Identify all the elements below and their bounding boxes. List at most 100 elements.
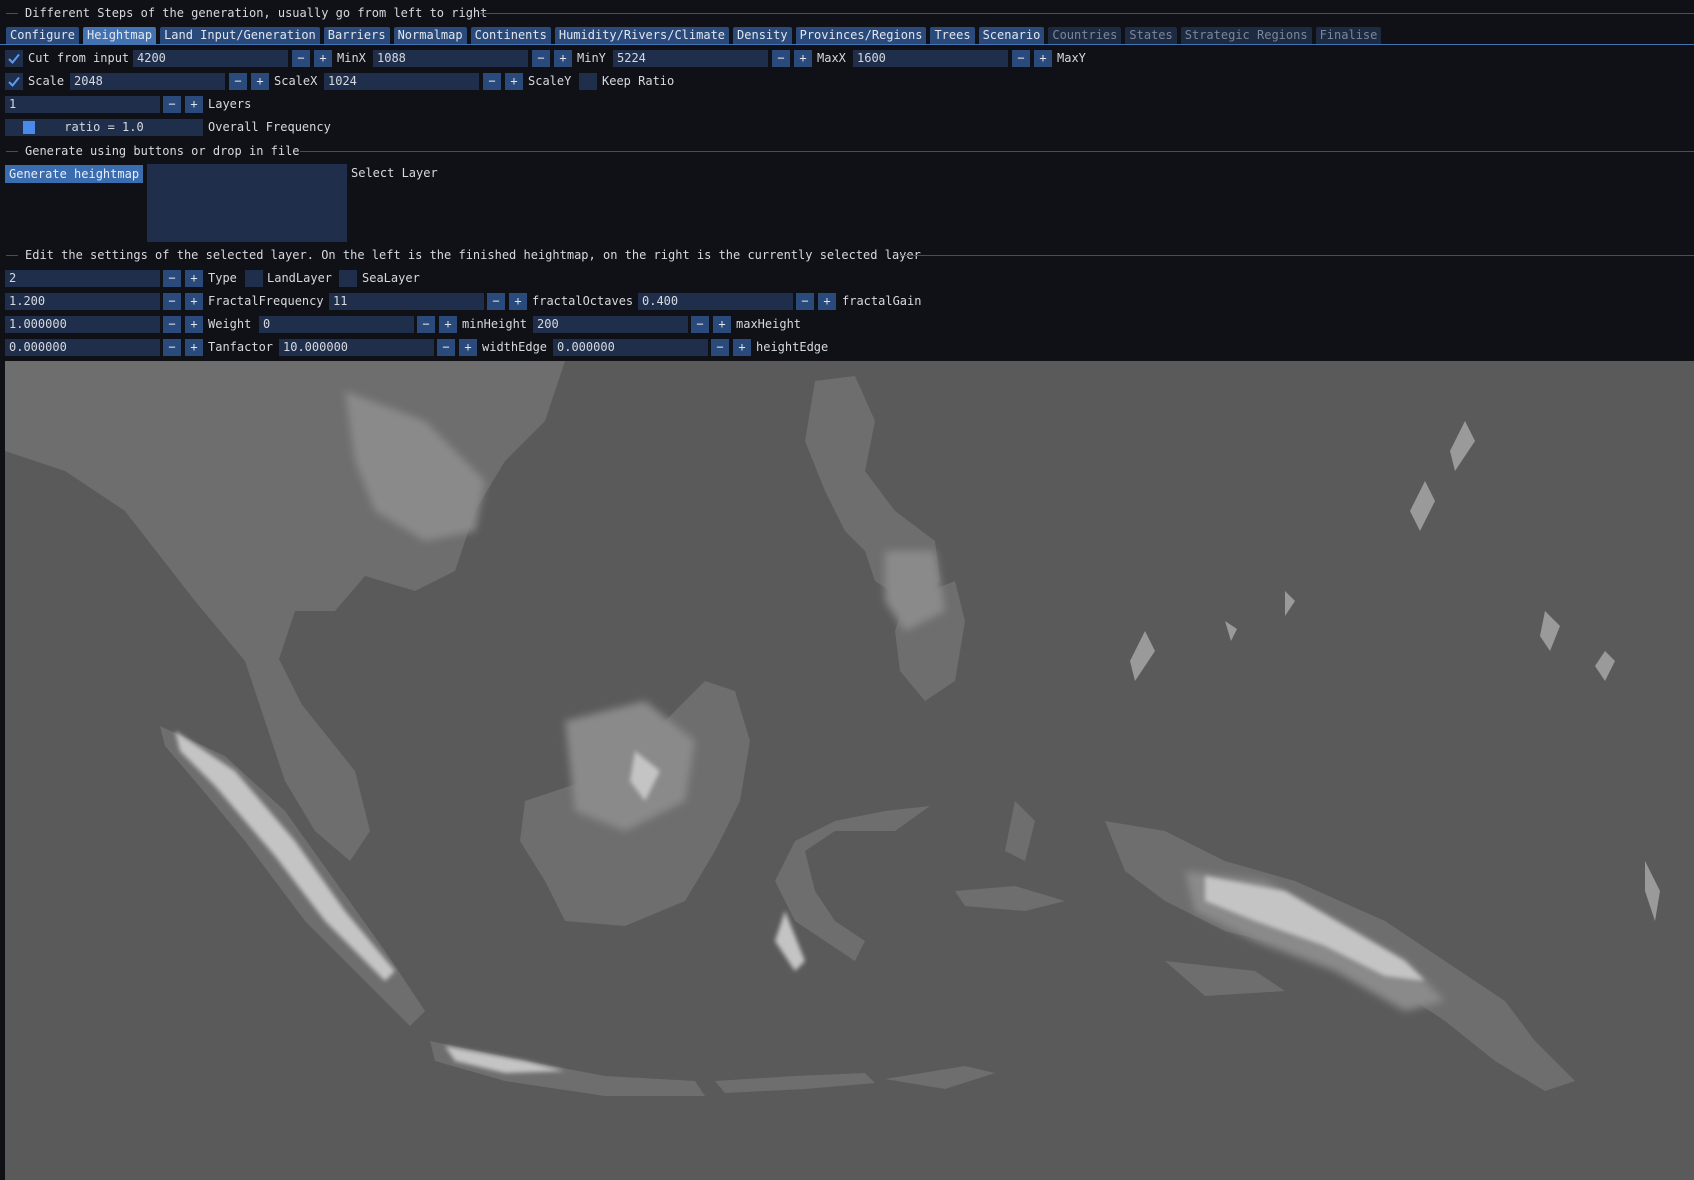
cut-label: Cut from input <box>28 51 130 65</box>
tab-countries[interactable]: Countries <box>1048 27 1122 44</box>
scale-checkbox[interactable] <box>5 73 23 90</box>
tab-trees[interactable]: Trees <box>930 27 975 44</box>
minx-decrement-button[interactable]: − <box>292 50 310 67</box>
scaley-decrement-button[interactable]: − <box>483 73 501 90</box>
height-edge-label: heightEdge <box>756 340 829 354</box>
fractal-gain-label: fractalGain <box>842 294 922 308</box>
tanfactor-input[interactable]: 0.000000 <box>5 339 160 356</box>
scalex-increment-button[interactable]: + <box>251 73 269 90</box>
min-height-decrement-button[interactable]: − <box>417 316 435 333</box>
fractal-octaves-increment-button[interactable]: + <box>509 293 527 310</box>
select-layer-listbox[interactable] <box>147 164 347 242</box>
heightmap-preview <box>5 361 1694 1180</box>
height-edge-input[interactable]: 0.000000 <box>553 339 708 356</box>
fractal-gain-decrement-button[interactable]: − <box>796 293 814 310</box>
tab-strategic-regions[interactable]: Strategic Regions <box>1180 27 1312 44</box>
scaley-input[interactable]: 1024 <box>324 73 479 90</box>
max-height-input[interactable]: 200 <box>533 316 688 333</box>
edit-separator: Edit the settings of the selected layer.… <box>0 248 1694 262</box>
width-edge-increment-button[interactable]: + <box>459 339 477 356</box>
tab-barriers[interactable]: Barriers <box>323 27 390 44</box>
type-input[interactable]: 2 <box>5 270 160 287</box>
land-layer-checkbox[interactable] <box>245 270 263 287</box>
max-height-increment-button[interactable]: + <box>713 316 731 333</box>
weight-increment-button[interactable]: + <box>185 316 203 333</box>
fractal-frequency-decrement-button[interactable]: − <box>163 293 181 310</box>
generate-heightmap-button[interactable]: Generate heightmap <box>5 165 144 183</box>
maxy-label: MaxY <box>1057 51 1086 65</box>
fractal-gain-increment-button[interactable]: + <box>818 293 836 310</box>
maxy-input[interactable]: 1600 <box>853 50 1008 67</box>
maxx-increment-button[interactable]: + <box>794 50 812 67</box>
tab-configure[interactable]: Configure <box>6 27 80 44</box>
sea-layer-checkbox[interactable] <box>339 270 357 287</box>
height-edge-decrement-button[interactable]: − <box>711 339 729 356</box>
weight-input[interactable]: 1.000000 <box>5 316 160 333</box>
tab-states[interactable]: States <box>1125 27 1177 44</box>
max-height-decrement-button[interactable]: − <box>691 316 709 333</box>
tab-provinces[interactable]: Provinces/Regions <box>795 27 927 44</box>
keep-ratio-label: Keep Ratio <box>602 74 675 88</box>
tab-normalmap[interactable]: Normalmap <box>393 27 467 44</box>
tanfactor-label: Tanfactor <box>208 340 274 354</box>
fractal-frequency-input[interactable]: 1.200 <box>5 293 160 310</box>
keep-ratio-checkbox[interactable] <box>579 73 597 90</box>
layers-input[interactable]: 1 <box>5 96 160 113</box>
tab-density[interactable]: Density <box>733 27 792 44</box>
fractal-frequency-label: FractalFrequency <box>208 294 324 308</box>
tanfactor-decrement-button[interactable]: − <box>163 339 181 356</box>
fractal-frequency-increment-button[interactable]: + <box>185 293 203 310</box>
fractal-gain-input[interactable]: 0.400 <box>638 293 793 310</box>
miny-input[interactable]: 1088 <box>373 50 528 67</box>
fractal-octaves-label: fractalOctaves <box>532 294 634 308</box>
type-decrement-button[interactable]: − <box>163 270 181 287</box>
max-height-label: maxHeight <box>736 317 802 331</box>
layers-increment-button[interactable]: + <box>185 96 203 113</box>
miny-label: MinY <box>577 51 606 65</box>
miny-increment-button[interactable]: + <box>554 50 572 67</box>
tab-scenario[interactable]: Scenario <box>978 27 1045 44</box>
width-edge-decrement-button[interactable]: − <box>437 339 455 356</box>
tab-continents[interactable]: Continents <box>470 27 551 44</box>
maxx-decrement-button[interactable]: − <box>772 50 790 67</box>
minx-input[interactable]: 4200 <box>133 50 288 67</box>
min-height-increment-button[interactable]: + <box>439 316 457 333</box>
maxy-increment-button[interactable]: + <box>1034 50 1052 67</box>
minx-increment-button[interactable]: + <box>314 50 332 67</box>
fractal-octaves-decrement-button[interactable]: − <box>487 293 505 310</box>
width-edge-label: widthEdge <box>482 340 548 354</box>
scaley-increment-button[interactable]: + <box>505 73 523 90</box>
height-edge-increment-button[interactable]: + <box>733 339 751 356</box>
cut-checkbox[interactable] <box>5 50 23 67</box>
min-height-input[interactable]: 0 <box>259 316 414 333</box>
tab-heightmap[interactable]: Heightmap <box>83 27 157 44</box>
select-layer-label: Select Layer <box>351 166 438 180</box>
fractal-octaves-input[interactable]: 11 <box>329 293 484 310</box>
width-edge-input[interactable]: 10.000000 <box>279 339 434 356</box>
type-increment-button[interactable]: + <box>185 270 203 287</box>
scaley-label: ScaleY <box>528 74 572 88</box>
steps-header: Different Steps of the generation, usual… <box>25 6 488 20</box>
scalex-input[interactable]: 2048 <box>70 73 225 90</box>
layers-label: Layers <box>208 97 252 111</box>
sea-layer-label: SeaLayer <box>362 271 420 285</box>
edit-header: Edit the settings of the selected layer.… <box>25 248 921 262</box>
tab-land-input[interactable]: Land Input/Generation <box>160 27 320 44</box>
maxx-input[interactable]: 5224 <box>613 50 768 67</box>
heightmap-image <box>5 361 1660 1096</box>
weight-decrement-button[interactable]: − <box>163 316 181 333</box>
scalex-decrement-button[interactable]: − <box>229 73 247 90</box>
tab-humidity[interactable]: Humidity/Rivers/Climate <box>554 27 730 44</box>
generate-separator: Generate using buttons or drop in file <box>0 144 1694 158</box>
tanfactor-increment-button[interactable]: + <box>185 339 203 356</box>
maxy-decrement-button[interactable]: − <box>1012 50 1030 67</box>
frequency-slider[interactable]: ratio = 1.0 <box>5 119 203 136</box>
miny-decrement-button[interactable]: − <box>532 50 550 67</box>
layers-decrement-button[interactable]: − <box>163 96 181 113</box>
scale-label: Scale <box>28 74 65 88</box>
land-layer-label: LandLayer <box>267 271 333 285</box>
tab-underline <box>0 44 1694 45</box>
weight-label: Weight <box>208 317 252 331</box>
generate-header: Generate using buttons or drop in file <box>25 144 300 158</box>
tab-finalise[interactable]: Finalise <box>1315 27 1382 44</box>
